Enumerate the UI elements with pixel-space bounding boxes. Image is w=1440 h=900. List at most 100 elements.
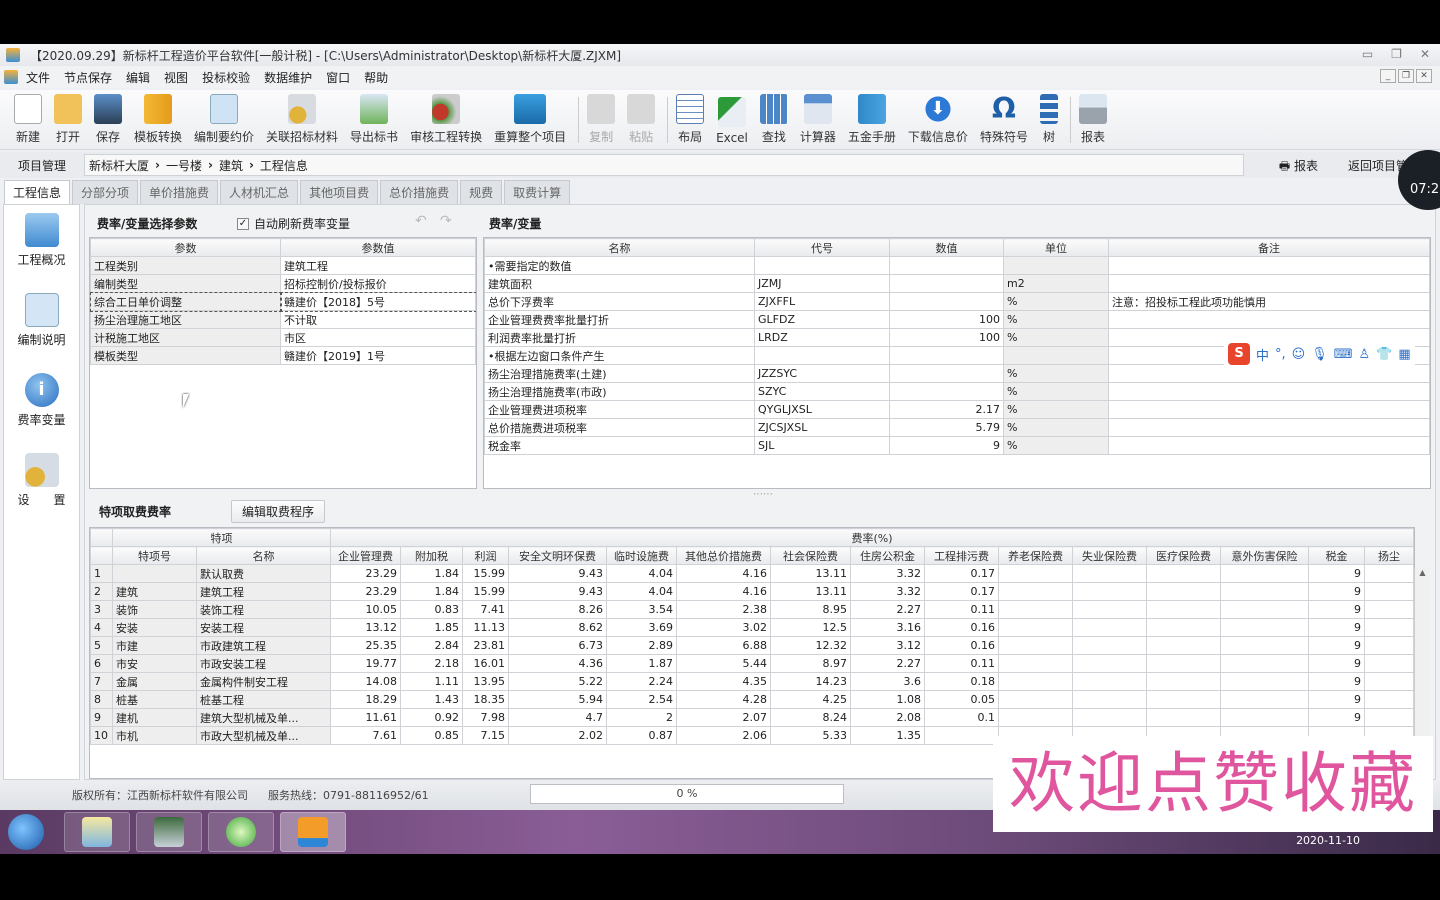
rate-cell[interactable]: 25.35	[330, 636, 401, 655]
rate-cell[interactable]	[1072, 690, 1147, 709]
rate-row[interactable]: 建筑面积 JZMJ m2	[484, 274, 1430, 293]
paste-button[interactable]: 粘贴	[627, 94, 656, 149]
rate-value-cell[interactable]: 2.17	[889, 400, 1004, 419]
rate-cell[interactable]: 2	[606, 708, 677, 727]
taskbar-remote[interactable]	[136, 812, 202, 852]
rate-cell[interactable]	[1220, 564, 1309, 583]
side-item-overview[interactable]: 工程概况	[4, 213, 79, 285]
rate-cell[interactable]: 5.44	[676, 654, 771, 673]
rate-value-cell[interactable]: 100	[889, 310, 1004, 329]
rate-cell[interactable]: 1.35	[850, 726, 925, 745]
rate-cell[interactable]	[998, 564, 1073, 583]
rate-cell[interactable]	[1220, 708, 1309, 727]
copy-button[interactable]: 复制	[587, 94, 616, 149]
special-column-header[interactable]: 利润	[462, 546, 509, 565]
skin-shirt-icon[interactable]: 👕	[1376, 347, 1392, 362]
rate-cell[interactable]: 11.61	[330, 708, 401, 727]
rate-cell[interactable]: 7.41	[462, 600, 509, 619]
rate-cell[interactable]: 9	[1308, 690, 1365, 709]
side-item-compile-notes[interactable]: 编制说明	[4, 293, 79, 365]
rate-row[interactable]: 税金率 SJL 9%	[484, 436, 1430, 455]
rate-cell[interactable]	[1220, 672, 1309, 691]
rate-cell[interactable]: 2.07	[676, 708, 771, 727]
menu-edit[interactable]: 编辑	[126, 69, 150, 86]
rate-cell[interactable]: 1.85	[400, 618, 463, 637]
tab-total-price-measures[interactable]: 总价措施费	[380, 180, 459, 204]
rate-row[interactable]: 企业管理费进项税率 QYGLJXSL 2.17%	[484, 400, 1430, 419]
rate-cell[interactable]: 12.32	[770, 636, 851, 655]
tab-divisional-items[interactable]: 分部分项	[72, 180, 139, 204]
rate-cell[interactable]	[998, 636, 1073, 655]
rate-cell[interactable]: 9.43	[508, 582, 607, 601]
rate-cell[interactable]	[1364, 672, 1414, 691]
side-item-settings[interactable]: 设 置	[4, 453, 79, 525]
mdi-minimize-button[interactable]: _	[1380, 69, 1396, 83]
rate-cell[interactable]: 4.04	[606, 564, 677, 583]
tab-labor-material-machine[interactable]: 人材机汇总	[220, 180, 299, 204]
rate-value-cell[interactable]: 5.79	[889, 418, 1004, 437]
special-column-header[interactable]: 养老保险费	[998, 546, 1073, 565]
rate-cell[interactable]: 3.54	[606, 600, 677, 619]
rate-cell[interactable]: 0.16	[924, 618, 999, 637]
new-button[interactable]: 新建	[14, 94, 42, 149]
param-row[interactable]: 工程类别 建筑工程	[90, 256, 476, 275]
find-button[interactable]: 查找	[759, 94, 788, 149]
rate-cell[interactable]	[1146, 690, 1221, 709]
rate-cell[interactable]	[1364, 582, 1414, 601]
rate-cell[interactable]	[1072, 708, 1147, 727]
rate-cell[interactable]: 2.18	[400, 654, 463, 673]
rate-cell[interactable]	[1146, 636, 1221, 655]
rate-cell[interactable]	[1146, 708, 1221, 727]
rate-cell[interactable]: 9	[1308, 636, 1365, 655]
rate-value-cell[interactable]	[889, 274, 1004, 293]
rate-cell[interactable]: 7.15	[462, 726, 509, 745]
special-column-header[interactable]: 医疗保险费	[1146, 546, 1221, 565]
rate-cell[interactable]: 3.16	[850, 618, 925, 637]
minimize-button[interactable]: ▭	[1362, 47, 1373, 61]
rate-cell[interactable]	[1364, 708, 1414, 727]
rate-row[interactable]: •需要指定的数值	[484, 256, 1430, 275]
rate-row[interactable]: 总价下浮费率 ZJXFFL% 注意：招投标工程此项功能慎用	[484, 292, 1430, 311]
sogou-logo-icon[interactable]: S	[1228, 343, 1250, 365]
menu-node-save[interactable]: 节点保存	[64, 69, 112, 86]
special-column-header[interactable]: 企业管理费	[330, 546, 401, 565]
rate-cell[interactable]: 2.27	[850, 654, 925, 673]
microphone-icon[interactable]: 🎙	[1311, 347, 1328, 362]
rate-cell[interactable]: 0.18	[924, 672, 999, 691]
ime-mode-toggle[interactable]: 中	[1256, 345, 1269, 364]
rate-value-cell[interactable]	[889, 364, 1004, 383]
rate-row[interactable]: 扬尘治理措施费率(市政) SZYC%	[484, 382, 1430, 401]
param-value-cell[interactable]: 赣建价【2018】5号	[279, 291, 476, 312]
rate-cell[interactable]: 2.38	[676, 600, 771, 619]
rate-cell[interactable]: 3.02	[676, 618, 771, 637]
splitter-handle[interactable]: ⋯⋯	[753, 489, 773, 500]
rate-cell[interactable]	[1146, 618, 1221, 637]
menu-window[interactable]: 窗口	[326, 69, 350, 86]
user-icon[interactable]: ♙	[1359, 347, 1371, 362]
menu-bid-check[interactable]: 投标校验	[202, 69, 250, 86]
audit-convert-button[interactable]: 审核工程转换	[410, 94, 482, 149]
undo-icon[interactable]: ↶	[415, 213, 427, 229]
param-value-cell[interactable]: 招标控制价/投标报价	[280, 274, 476, 293]
rate-cell[interactable]: 2.08	[850, 708, 925, 727]
rate-cell[interactable]	[1220, 618, 1309, 637]
special-column-header[interactable]: 临时设施费	[606, 546, 677, 565]
rate-cell[interactable]: 6.88	[676, 636, 771, 655]
rate-cell[interactable]	[1072, 600, 1147, 619]
rate-cell[interactable]: 4.35	[676, 672, 771, 691]
emoji-icon[interactable]: ☺	[1292, 347, 1306, 362]
column-header-code[interactable]: 代号	[754, 238, 890, 257]
rate-cell[interactable]	[1220, 636, 1309, 655]
side-item-rate-variables[interactable]: i 费率变量	[4, 373, 79, 445]
special-rate-row[interactable]: 1 默认取费 23.29 1.84 15.99 9.43 4.04 4.16 13.11 3.32…	[90, 564, 1414, 583]
special-column-header[interactable]: 住房公积金	[850, 546, 925, 565]
rate-cell[interactable]: 0.87	[606, 726, 677, 745]
rate-cell[interactable]: 1.08	[850, 690, 925, 709]
taskbar-xinbiaogan[interactable]	[280, 812, 346, 852]
special-column-header[interactable]: 名称	[196, 546, 331, 565]
nav-report-button[interactable]: 🖶 报表	[1279, 157, 1318, 178]
rate-cell[interactable]: 0.16	[924, 636, 999, 655]
rate-cell[interactable]: 6.73	[508, 636, 607, 655]
project-management-link[interactable]: 项目管理	[0, 157, 84, 174]
menu-view[interactable]: 视图	[164, 69, 188, 86]
